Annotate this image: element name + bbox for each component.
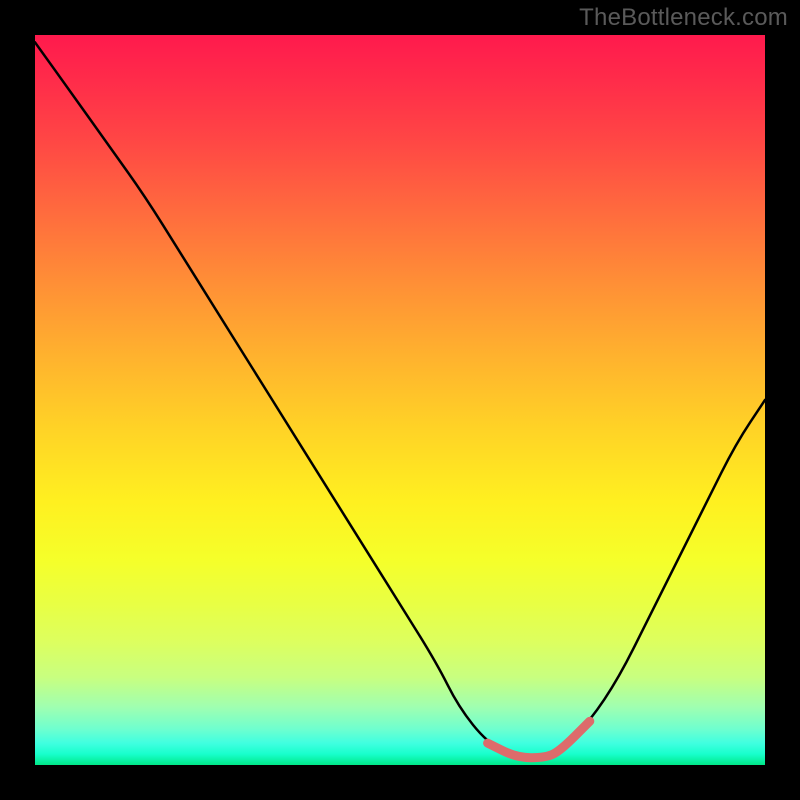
bottleneck-curve-main bbox=[35, 42, 765, 757]
bottleneck-curve-accent bbox=[488, 721, 590, 758]
plot-area bbox=[35, 35, 765, 765]
attribution-text: TheBottleneck.com bbox=[579, 4, 788, 32]
chart-frame: TheBottleneck.com bbox=[0, 0, 800, 800]
curve-layer bbox=[35, 35, 765, 765]
